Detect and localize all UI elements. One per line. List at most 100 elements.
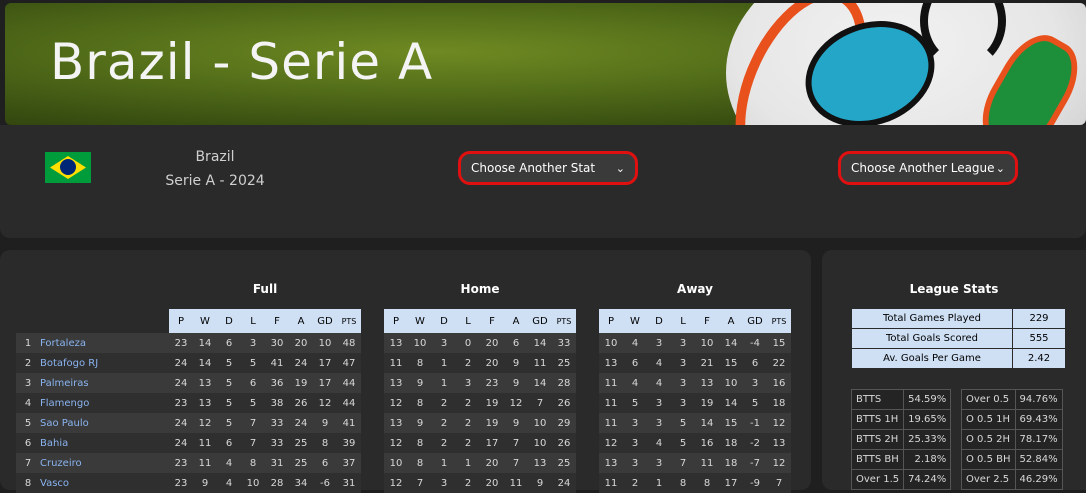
table-cell: 7 — [671, 453, 695, 473]
table-cell: 13 — [384, 333, 408, 353]
table-cell: 7 — [408, 473, 432, 493]
choose-stat-select[interactable]: Choose Another Stat ⌄ — [458, 151, 638, 185]
table-cell: 23 — [169, 393, 193, 413]
stat-row: BTTS 2H 25.33% — [850, 429, 952, 450]
table-cell: 24 — [289, 353, 313, 373]
stat-label: Total Goals Scored — [851, 328, 1013, 349]
table-row: 13 3 3 7 11 18 -7 12 — [599, 453, 791, 473]
table-cell: 39 — [337, 433, 361, 453]
stat-row: O 0.5 2H 78.17% — [961, 429, 1063, 450]
team-link[interactable]: Vasco — [40, 473, 169, 493]
table-cell: 1 — [432, 453, 456, 473]
table-cell: 33 — [265, 413, 289, 433]
table-cell: 1 — [647, 473, 671, 493]
team-link[interactable]: Fortaleza — [40, 333, 169, 353]
table-cell: 3 — [671, 353, 695, 373]
season-label: Serie A - 2024 — [165, 173, 265, 189]
table-cell: 9 — [408, 373, 432, 393]
table-cell: 3 — [241, 333, 265, 353]
table-cell: 20 — [480, 473, 504, 493]
table-cell: 14 — [719, 393, 743, 413]
table-cell: 10 — [599, 333, 623, 353]
table-row: 11 3 3 5 14 15 -1 12 — [599, 413, 791, 433]
table-cell: 25 — [552, 353, 576, 373]
table-cell: 10 — [695, 333, 719, 353]
table-cell: 9 — [528, 473, 552, 493]
league-info-bar: Brazil Serie A - 2024 Choose Another Sta… — [0, 125, 1086, 238]
table-cell: 16 — [695, 433, 719, 453]
table-cell: 3 — [432, 473, 456, 493]
team-link[interactable]: Cruzeiro — [40, 453, 169, 473]
team-link[interactable]: Sao Paulo — [40, 413, 169, 433]
table-cell: 18 — [719, 453, 743, 473]
column-header: L — [241, 309, 265, 333]
stat-value: 19.65% — [903, 409, 952, 430]
table-row: 11 2 1 8 8 17 -9 7 — [599, 473, 791, 493]
table-row: 11 4 4 3 13 10 3 16 — [599, 373, 791, 393]
stat-row: Over 1.5 74.24% — [850, 469, 952, 490]
stat-row: Over 2.5 46.29% — [961, 469, 1063, 490]
table-cell: 2 — [456, 473, 480, 493]
table-cell: 11 — [504, 473, 528, 493]
table-cell: 13 — [767, 433, 791, 453]
table-cell: 15 — [719, 353, 743, 373]
table-cell: 8 — [408, 353, 432, 373]
column-header: W — [623, 309, 647, 333]
overs-table: Over 0.5 94.76% O 0.5 1H 69.43% O 0.5 2H 78.1… — [961, 389, 1063, 490]
table-cell: 3 — [671, 373, 695, 393]
table-cell: 5 — [217, 413, 241, 433]
table-row: 13 9 1 3 23 9 14 28 — [384, 373, 576, 393]
table-row: 12 7 3 2 20 11 9 24 — [384, 473, 576, 493]
stat-row: BTTS 54.59% — [850, 389, 952, 410]
table-cell: 8 — [241, 453, 265, 473]
table-cell: 41 — [337, 413, 361, 433]
stat-label: BTTS — [850, 389, 905, 410]
table-cell: -2 — [743, 433, 767, 453]
table-cell: -6 — [313, 473, 337, 493]
table-cell: 19 — [480, 393, 504, 413]
team-link[interactable]: Flamengo — [40, 393, 169, 413]
table-cell: -1 — [743, 413, 767, 433]
table-cell: 48 — [337, 333, 361, 353]
home-table: P W D L F A GD PTS 13 10 3 0 20 6 14 33 11 8 1 2 20 9 11 25 13 9 1… — [384, 309, 576, 493]
table-cell: 14 — [719, 333, 743, 353]
table-cell: 12 — [384, 473, 408, 493]
table-cell: 15 — [719, 413, 743, 433]
table-cell: 2 — [456, 353, 480, 373]
table-cell: 12 — [767, 453, 791, 473]
table-cell: 9 — [504, 353, 528, 373]
table-cell: 22 — [767, 353, 791, 373]
team-link[interactable]: Palmeiras — [40, 373, 169, 393]
table-cell: 11 — [695, 453, 719, 473]
table-cell: 8 — [408, 433, 432, 453]
column-header: F — [480, 309, 504, 333]
table-cell: 3 — [743, 373, 767, 393]
team-link[interactable]: Bahia — [40, 433, 169, 453]
column-header: L — [671, 309, 695, 333]
table-cell: 19 — [289, 373, 313, 393]
table-cell: 6 — [313, 453, 337, 473]
table-cell: 17 — [313, 373, 337, 393]
stat-value: 555 — [1012, 328, 1066, 349]
table-cell: 4 — [647, 353, 671, 373]
team-position: 6 — [16, 433, 40, 453]
table-cell: 26 — [289, 393, 313, 413]
table-cell: 8 — [695, 473, 719, 493]
teams-table: 1 Fortaleza 2 Botafogo RJ 3 Palmeiras 4 Flameng… — [16, 333, 169, 493]
table-cell: 5 — [671, 433, 695, 453]
choose-league-select[interactable]: Choose Another League ⌄ — [838, 151, 1018, 185]
table-cell: -4 — [743, 333, 767, 353]
table-cell: 20 — [289, 333, 313, 353]
table-cell: 3 — [623, 413, 647, 433]
table-cell: 4 — [217, 473, 241, 493]
table-cell: 47 — [337, 353, 361, 373]
chevron-down-icon: ⌄ — [615, 161, 625, 175]
table-row: 23 9 4 10 28 34 -6 31 — [169, 473, 361, 493]
column-header: F — [265, 309, 289, 333]
table-cell: 3 — [671, 393, 695, 413]
table-cell: 44 — [337, 393, 361, 413]
choose-stat-label: Choose Another Stat — [471, 161, 596, 175]
team-link[interactable]: Botafogo RJ — [40, 353, 169, 373]
table-cell: 6 — [623, 353, 647, 373]
table-cell: 17 — [480, 433, 504, 453]
